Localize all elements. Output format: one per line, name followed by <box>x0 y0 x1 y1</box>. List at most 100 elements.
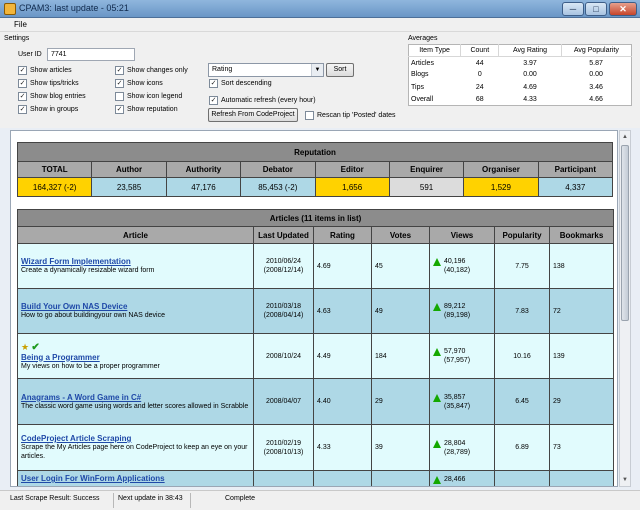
close-button[interactable]: ✕ <box>609 2 637 16</box>
averages-row: Blogs 0 0.00 0.00 <box>411 71 603 79</box>
article-link[interactable]: User Login For WinForm Applications <box>21 474 250 483</box>
previous-views: (35,847) <box>444 402 471 410</box>
scrape-status: Last Scrape Result: Success <box>10 495 100 502</box>
views: 89,212 <box>444 303 466 310</box>
next-update-status: Next update in 38:43 <box>118 495 183 502</box>
refresh-from-codeproject-button[interactable]: Refresh From CodeProject <box>208 108 298 122</box>
reputation-organiser: 1,529 <box>463 177 539 197</box>
last-updated: 2010/03/18 <box>265 303 302 310</box>
averages-header: Avg Rating <box>498 44 562 58</box>
articles-header-bookmarks[interactable]: Bookmarks <box>548 226 615 244</box>
article-link[interactable]: Wizard Form Implementation <box>21 257 250 266</box>
articles-header-popularity[interactable]: Popularity <box>494 226 550 244</box>
previous-views: (57,957) <box>444 357 471 364</box>
show-icon-legend-checkbox[interactable]: Show icon legend <box>115 92 182 101</box>
articles-header-votes[interactable]: Votes <box>371 226 430 244</box>
previous-updated: (2008/04/14) <box>263 312 304 319</box>
reputation-header-authority: Authority <box>165 161 242 178</box>
last-updated: 2010/06/24 <box>265 258 302 265</box>
bookmarks: 72 <box>548 288 615 334</box>
averages-row: Articles 44 3.97 5.87 <box>411 59 603 67</box>
show-tips-checkbox[interactable]: ✓ Show tips/tricks <box>18 79 79 88</box>
article-link[interactable]: Anagrams - A Word Game in C# <box>21 393 250 402</box>
articles-header-rating[interactable]: Rating <box>313 226 372 244</box>
sort-descending-checkbox[interactable]: ✓ Sort descending <box>209 79 272 88</box>
reputation-table: Reputation TOTAL Author Authority Debato… <box>16 142 614 197</box>
title-bar: CPAM3: last update - 05:21 ─ □ ✕ <box>0 0 640 18</box>
increase-arrow-icon <box>433 439 441 448</box>
views: 28,466 <box>444 476 466 483</box>
previous-views: (89,198) <box>444 312 471 319</box>
article-link[interactable]: Build Your Own NAS Device <box>21 302 250 311</box>
increase-arrow-icon <box>433 476 441 484</box>
last-updated: 2008/04/07 <box>253 378 314 425</box>
window-title: CPAM3: last update - 05:21 <box>19 3 129 13</box>
user-id-input[interactable]: 7741 <box>47 48 135 61</box>
sort-field-select[interactable]: Rating ▼ <box>208 63 324 77</box>
bookmarks: 29 <box>548 378 615 425</box>
averages-row: Tips 24 4.69 3.46 <box>411 83 603 91</box>
scroll-down-icon[interactable]: ▼ <box>620 474 630 486</box>
averages-row: Overall 68 4.33 4.66 <box>411 95 603 103</box>
scrollbar-thumb[interactable] <box>621 145 629 321</box>
table-row: User Login For WinForm Applications 28,4… <box>17 470 615 486</box>
reputation-enquirer: 591 <box>388 177 465 197</box>
show-in-groups-checkbox[interactable]: ✓ Show in groups <box>18 105 78 114</box>
status-bar: Last Scrape Result: Success Next update … <box>0 490 640 510</box>
user-id-label: User ID <box>18 51 42 58</box>
rating: 4.63 <box>313 288 372 334</box>
show-blog-entries-checkbox[interactable]: ✓ Show blog entries <box>18 92 86 101</box>
reputation-debator: 85,453 (-2) <box>240 177 316 197</box>
menu-file[interactable]: File <box>14 20 27 29</box>
article-description: The classic word game using words and le… <box>21 402 249 410</box>
articles-header-views[interactable]: Views <box>429 226 495 244</box>
show-articles-checkbox[interactable]: ✓ Show articles <box>18 66 72 75</box>
rating: 4.69 <box>313 243 372 289</box>
automatic-refresh-checkbox[interactable]: ✓ Automatic refresh (every hour) <box>209 96 316 105</box>
bookmarks: 138 <box>548 243 615 289</box>
votes: 29 <box>371 378 430 425</box>
table-row: Anagrams - A Word Game in C# The classic … <box>17 378 615 425</box>
rescan-tip-dates-checkbox[interactable]: Rescan tip 'Posted' dates <box>305 111 396 120</box>
vertical-scrollbar[interactable]: ▲ ▼ <box>619 130 631 487</box>
rating: 4.49 <box>313 333 372 379</box>
menu-bar: File <box>0 18 640 32</box>
articles-header-last-updated[interactable]: Last Updated <box>253 226 314 244</box>
reputation-header-debator: Debator <box>240 161 316 178</box>
sort-button[interactable]: Sort <box>326 63 354 77</box>
settings-panel: Settings User ID 7741 ✓ Show articles ✓ Sh… <box>0 32 640 128</box>
reputation-title: Reputation <box>17 142 613 162</box>
minimize-button[interactable]: ─ <box>562 2 584 16</box>
show-reputation-checkbox[interactable]: ✓ Show reputation <box>115 105 178 114</box>
popularity: 7.75 <box>494 243 550 289</box>
star-icon: ★ <box>21 341 30 352</box>
increase-arrow-icon <box>433 303 441 311</box>
averages-group-label: Averages <box>408 35 438 42</box>
averages-header: Avg Popularity <box>561 44 632 58</box>
checkmark-icon: ✔ <box>31 341 40 353</box>
article-link[interactable]: Being a Programmer <box>21 353 250 362</box>
scroll-up-icon[interactable]: ▲ <box>620 131 630 143</box>
popularity: 6.89 <box>494 424 550 471</box>
views: 40,196 <box>444 258 466 265</box>
averages-header: Item Type <box>408 44 462 58</box>
article-description: My views on how to be a proper programme… <box>21 362 160 370</box>
app-icon <box>4 3 16 15</box>
settings-group-label: Settings <box>4 35 30 42</box>
averages-header: Count <box>460 44 500 58</box>
articles-header-article[interactable]: Article <box>17 226 254 244</box>
popularity: 7.83 <box>494 288 550 334</box>
table-row: Build Your Own NAS Device How to go about… <box>17 288 615 334</box>
article-description: How to go about buildingyour own NAS dev… <box>21 312 165 319</box>
reputation-author: 23,585 <box>91 177 167 197</box>
rating: 4.33 <box>313 424 372 471</box>
popularity: 6.45 <box>494 378 550 425</box>
show-changes-only-checkbox[interactable]: ✓ Show changes only <box>115 66 188 75</box>
bookmarks: 73 <box>548 424 615 471</box>
maximize-button[interactable]: □ <box>585 2 607 16</box>
report-view[interactable]: Reputation TOTAL Author Authority Debato… <box>10 130 618 487</box>
article-link[interactable]: CodeProject Article Scraping <box>21 434 250 443</box>
bookmarks: 139 <box>548 333 615 379</box>
show-icons-checkbox[interactable]: ✓ Show icons <box>115 79 163 88</box>
votes: 184 <box>371 333 430 379</box>
